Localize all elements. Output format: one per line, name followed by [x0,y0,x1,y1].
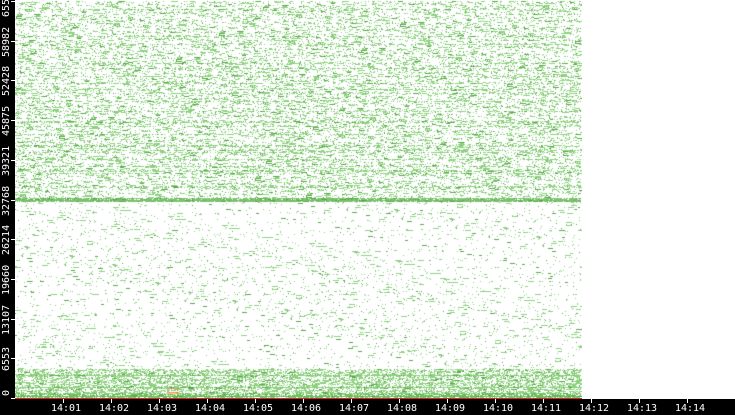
y-tick-label: 26214 [1,225,12,255]
y-tick-label: 19660 [1,265,12,295]
x-tick-label: 14:03 [147,403,177,414]
x-tick-label: 14:05 [243,403,273,414]
x-tick-label: 14:13 [627,403,657,414]
y-tick-label: 32768 [1,185,12,215]
y-tick-label: 58982 [1,27,12,57]
x-tick-label: 14:09 [435,403,465,414]
x-tick-label: 14:01 [51,403,81,414]
y-tick-label: 65536 [1,0,12,17]
port-time-scatter-plot [15,0,582,399]
y-tick [11,398,15,399]
x-tick-label: 14:10 [483,403,513,414]
x-tick-label: 14:11 [531,403,561,414]
x-tick-label: 14:12 [579,403,609,414]
x-tick-label: 14:02 [99,403,129,414]
y-tick-label: 45875 [1,106,12,136]
x-tick-label: 14:06 [291,403,321,414]
y-tick-label: 13107 [1,304,12,334]
x-tick-label: 14:14 [675,403,705,414]
y-tick-label: 52428 [1,66,12,96]
y-tick-label: 6553 [1,347,12,371]
x-tick-label: 14:08 [387,403,417,414]
y-tick-label: 39321 [1,146,12,176]
x-tick-label: 14:07 [339,403,369,414]
y-tick-label: 0 [1,390,12,396]
x-tick-label: 14:04 [195,403,225,414]
